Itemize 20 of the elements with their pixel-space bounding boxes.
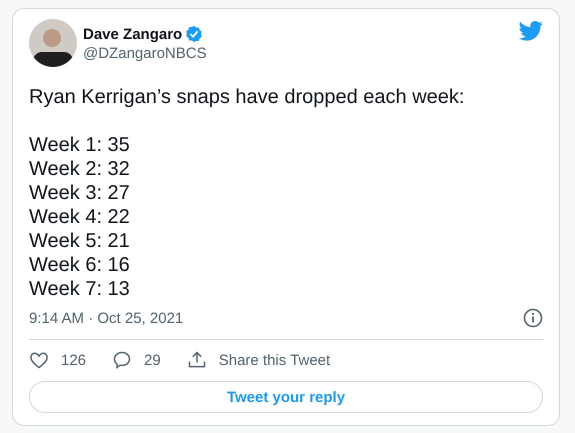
tweet-text-line: Week 3: 27	[29, 181, 131, 205]
share-icon[interactable]	[186, 350, 207, 370]
share-label: Share this Tweet	[218, 352, 330, 368]
avatar[interactable]	[29, 19, 77, 67]
tweet-text-line: Week 7: 13	[29, 277, 131, 301]
tweet-text-line: Week 4: 22	[29, 205, 131, 229]
tweet-text-line: Week 6: 16	[29, 253, 131, 277]
heart-icon[interactable]	[29, 350, 49, 370]
speech-bubble-icon[interactable]	[112, 350, 132, 370]
timestamp[interactable]: 9:14 AM · Oct 25, 2021	[29, 310, 184, 326]
author-name[interactable]: Dave Zangaro	[83, 26, 182, 42]
reply-count: 29	[144, 352, 161, 368]
bird-icon[interactable]	[519, 21, 543, 41]
info-icon[interactable]	[523, 308, 543, 328]
tweet-text: Ryan Kerrigan’s snaps have dropped each week:	[29, 85, 466, 109]
tweet-text-line: Week 1: 35	[29, 133, 131, 157]
author-handle[interactable]: @DZangaroNBCS	[83, 45, 207, 62]
like-count: 126	[61, 352, 86, 368]
tweet-text-line: Week 2: 32	[29, 157, 131, 181]
tweet-text-line: Week 5: 21	[29, 229, 131, 253]
